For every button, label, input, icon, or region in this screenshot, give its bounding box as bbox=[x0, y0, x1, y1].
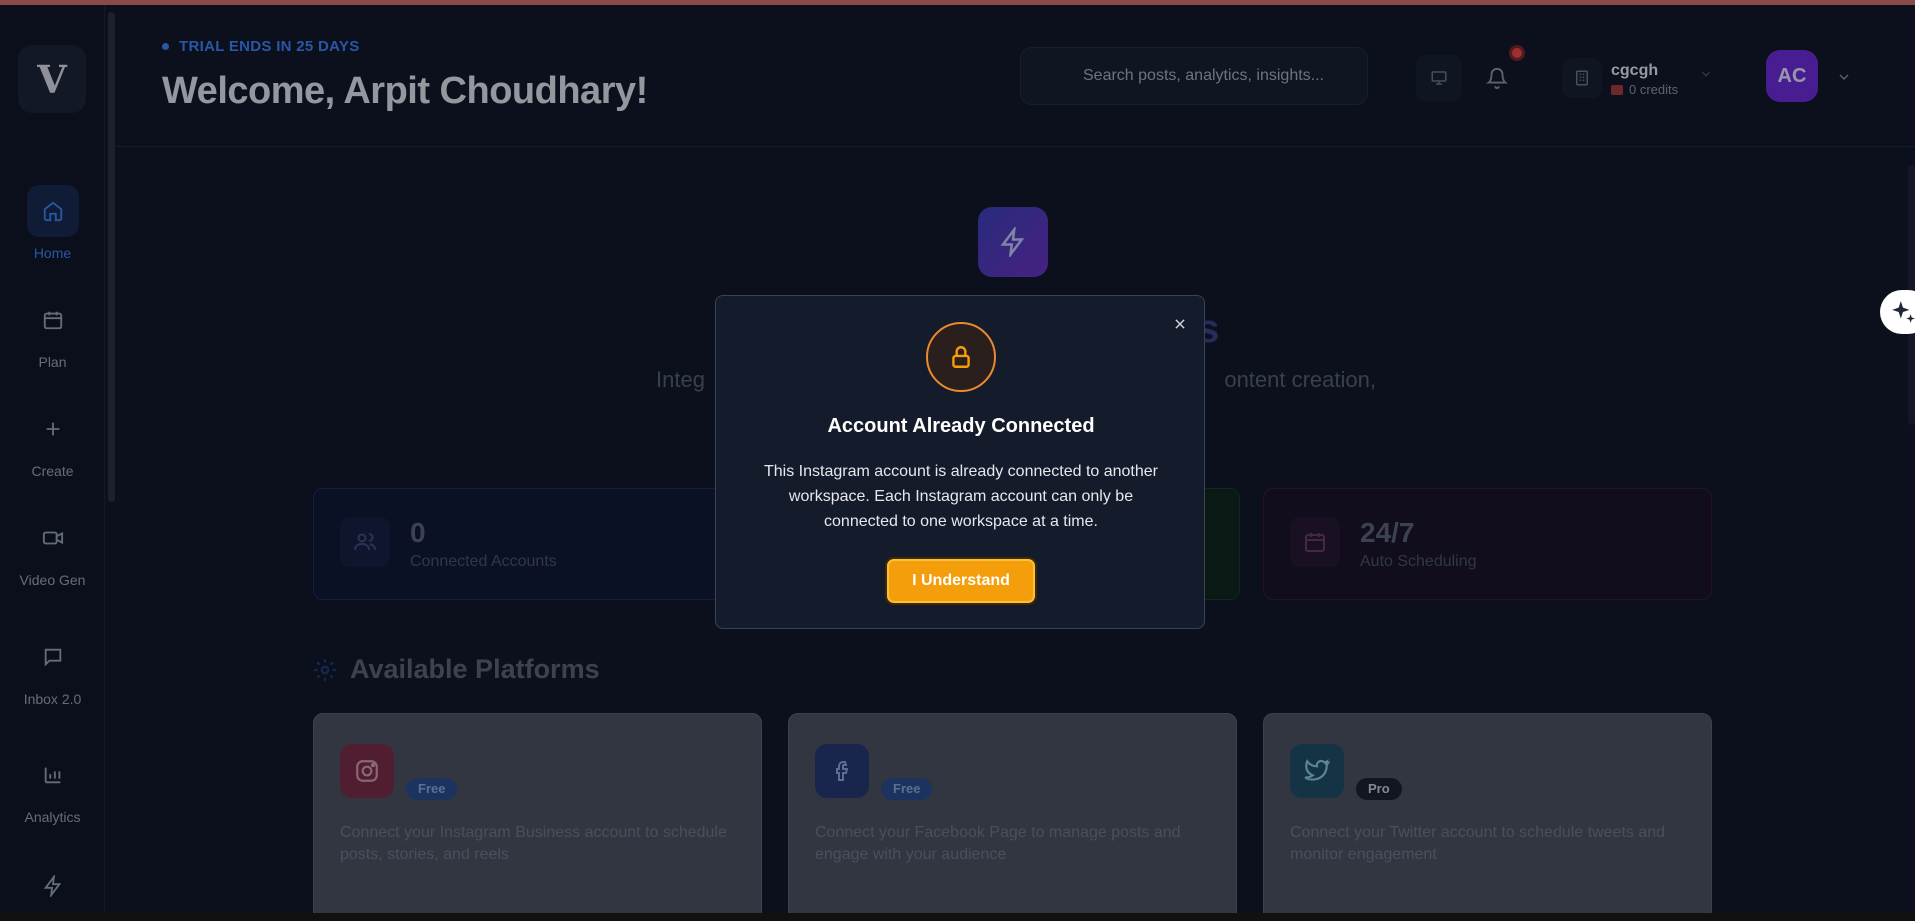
dialog-message: This Instagram account is already connec… bbox=[764, 463, 1158, 530]
close-button[interactable] bbox=[1168, 312, 1192, 336]
close-icon bbox=[1175, 319, 1185, 329]
sparkles-icon bbox=[1892, 301, 1915, 323]
understand-button[interactable]: I Understand bbox=[887, 559, 1035, 603]
bottom-bar bbox=[0, 913, 1915, 921]
dialog-title: Account Already Connected bbox=[827, 415, 1095, 437]
lock-icon bbox=[926, 322, 996, 392]
account-connected-dialog: Account Already Connected This Instagram… bbox=[715, 295, 1205, 629]
